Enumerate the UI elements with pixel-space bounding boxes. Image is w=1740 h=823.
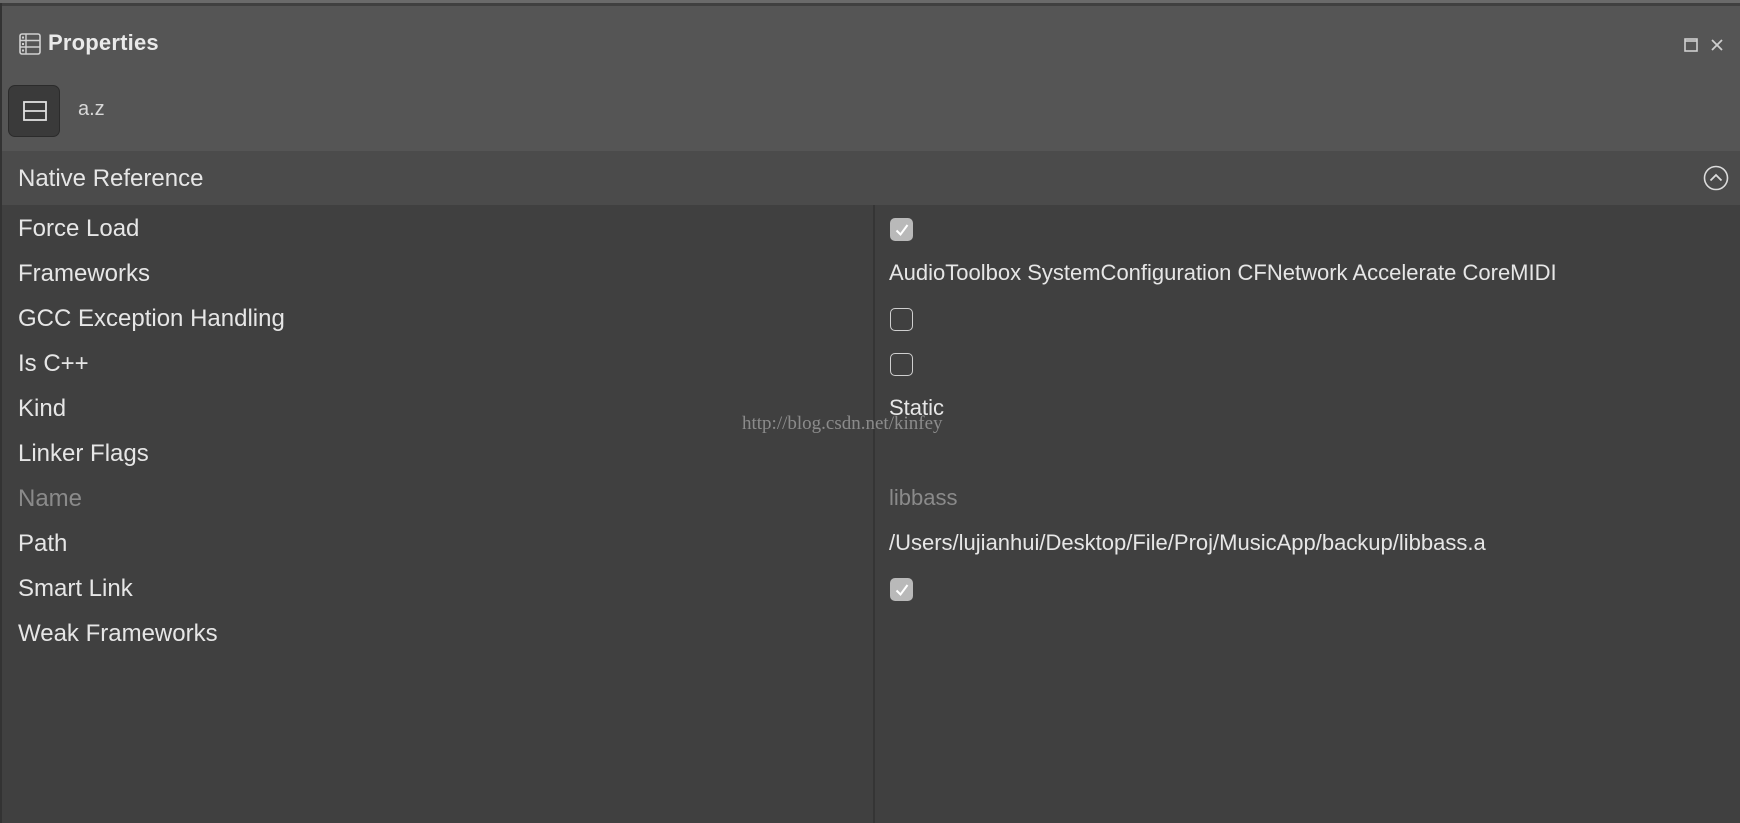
smart-link-checkbox[interactable] [890, 578, 913, 601]
section-native-reference[interactable]: Native Reference [2, 151, 1740, 205]
section-title: Native Reference [18, 165, 204, 192]
close-icon[interactable] [1708, 36, 1726, 54]
property-row-smart-link: Smart Link [2, 565, 1740, 615]
categorized-view-icon [23, 101, 47, 121]
property-row-is-cpp: Is C++ [2, 340, 1740, 390]
property-row-frameworks: Frameworks AudioToolbox SystemConfigurat… [2, 250, 1740, 300]
properties-toolbar: a.z [0, 81, 1740, 151]
checkmark-icon [895, 224, 909, 237]
property-row-kind: Kind Static [2, 385, 1740, 435]
property-name: Path [18, 530, 68, 557]
property-name: Frameworks [18, 260, 151, 287]
gcc-exception-handling-checkbox[interactable] [890, 308, 913, 331]
checkmark-icon [895, 584, 909, 597]
path-value[interactable]: /Users/lujianhui/Desktop/File/Proj/Music… [889, 530, 1486, 556]
panel-title: Properties [48, 30, 159, 55]
property-name: Is C++ [18, 350, 89, 377]
property-name: Weak Frameworks [18, 620, 218, 647]
property-row-gcc-exception-handling: GCC Exception Handling [2, 295, 1740, 345]
property-name: Smart Link [18, 575, 133, 602]
kind-value[interactable]: Static [889, 395, 944, 421]
property-row-name: Name libbass [2, 475, 1740, 525]
frameworks-value[interactable]: AudioToolbox SystemConfiguration CFNetwo… [889, 260, 1557, 286]
property-name: Force Load [18, 215, 140, 242]
property-name: GCC Exception Handling [18, 305, 285, 332]
maximize-icon[interactable] [1682, 36, 1700, 54]
property-row-weak-frameworks: Weak Frameworks [2, 610, 1740, 660]
panel-titlebar: Properties [0, 6, 1740, 81]
property-name: Linker Flags [18, 440, 149, 467]
properties-panel: Properties a.z Native Reference Force Lo… [0, 0, 1740, 823]
chevron-up-circle-icon[interactable] [1703, 165, 1729, 191]
alphabetical-sort-button[interactable]: a.z [78, 98, 105, 121]
property-name: Name [18, 485, 83, 512]
properties-list-icon [19, 33, 41, 55]
is-cpp-checkbox[interactable] [890, 353, 913, 376]
property-name: Kind [18, 395, 67, 422]
property-row-path: Path /Users/lujianhui/Desktop/File/Proj/… [2, 520, 1740, 570]
force-load-checkbox[interactable] [890, 218, 913, 241]
panel-left-border [0, 3, 2, 823]
property-row-force-load: Force Load [2, 205, 1740, 255]
name-value: libbass [889, 485, 958, 510]
property-grid: Force Load Frameworks AudioToolbox Syste… [2, 205, 1740, 823]
categorized-view-button[interactable] [8, 85, 60, 137]
property-row-linker-flags: Linker Flags [2, 430, 1740, 480]
